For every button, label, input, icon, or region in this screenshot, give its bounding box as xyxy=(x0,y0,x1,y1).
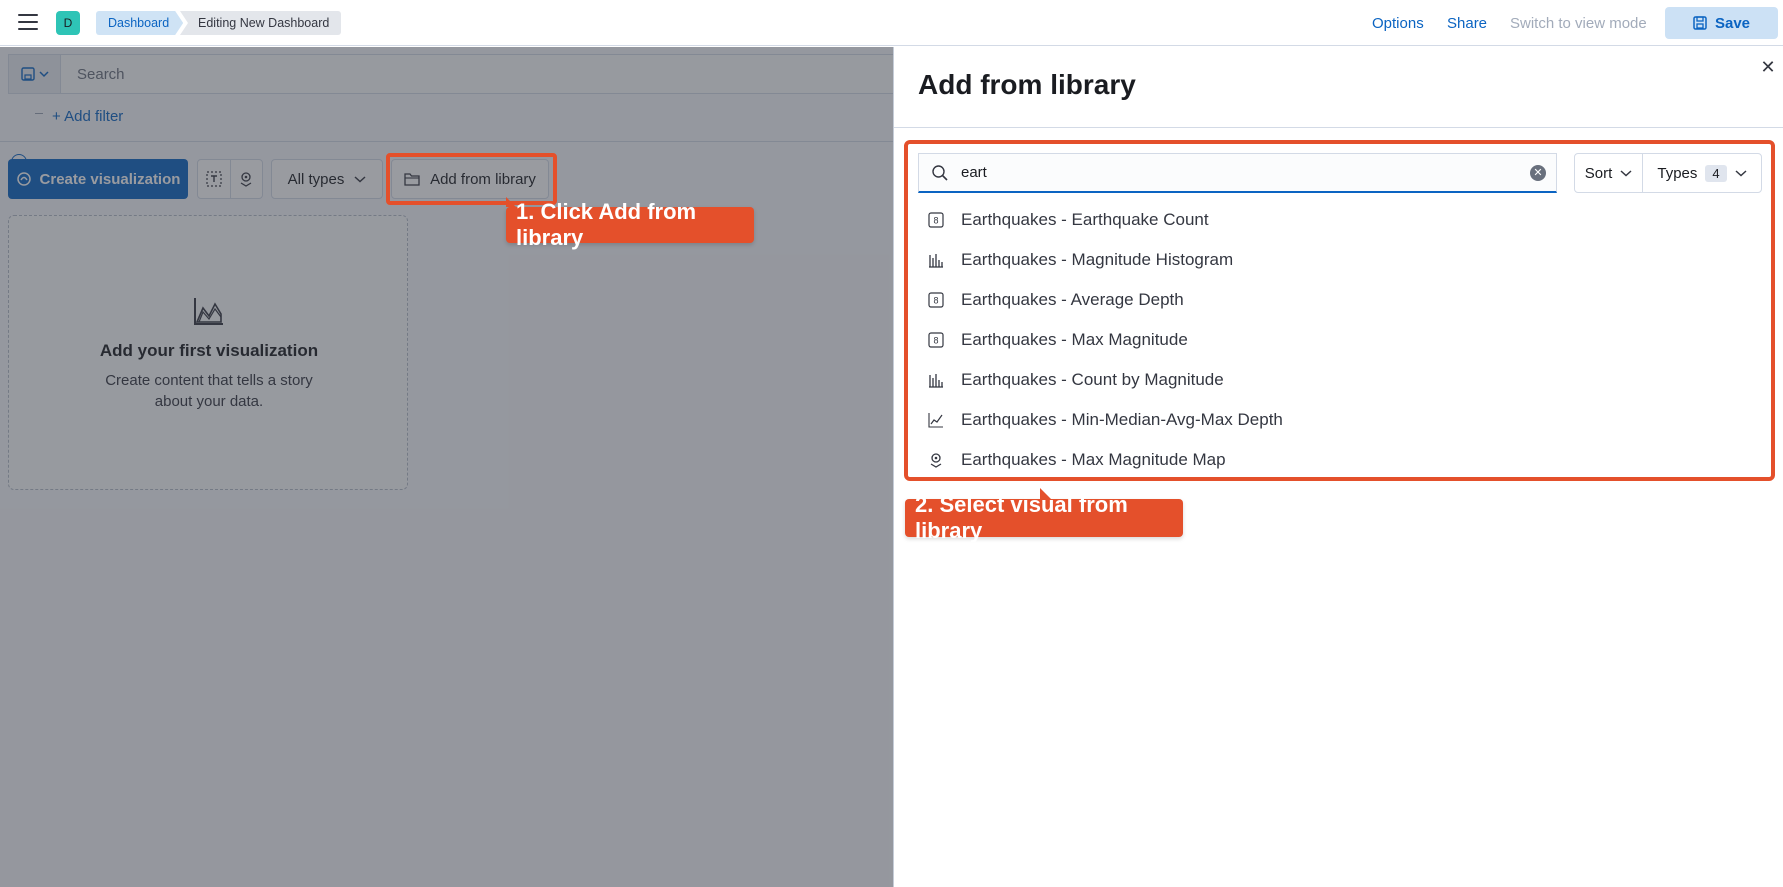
callout-step-2: 2. Select visual from library xyxy=(905,488,1183,543)
save-icon xyxy=(1693,16,1707,30)
space-avatar[interactable]: D xyxy=(56,11,80,35)
callout-step-1: 1. Click Add from library xyxy=(506,197,754,250)
breadcrumb-dashboard[interactable]: Dashboard xyxy=(96,11,183,35)
close-icon[interactable]: ✕ xyxy=(1760,58,1776,76)
share-link[interactable]: Share xyxy=(1447,15,1487,32)
menu-icon[interactable] xyxy=(18,14,38,30)
top-header: D Dashboard Editing New Dashboard Option… xyxy=(0,0,1783,46)
options-link[interactable]: Options xyxy=(1372,15,1424,32)
breadcrumb-current: Editing New Dashboard xyxy=(180,11,342,35)
highlight-add-from-library xyxy=(386,153,557,205)
save-button[interactable]: Save xyxy=(1665,7,1778,39)
flyout-title: Add from library xyxy=(918,69,1136,100)
highlight-results-list xyxy=(904,140,1775,481)
save-label: Save xyxy=(1714,14,1751,32)
flyout-divider xyxy=(894,127,1783,128)
switch-view-mode-link[interactable]: Switch to view mode xyxy=(1510,15,1647,32)
